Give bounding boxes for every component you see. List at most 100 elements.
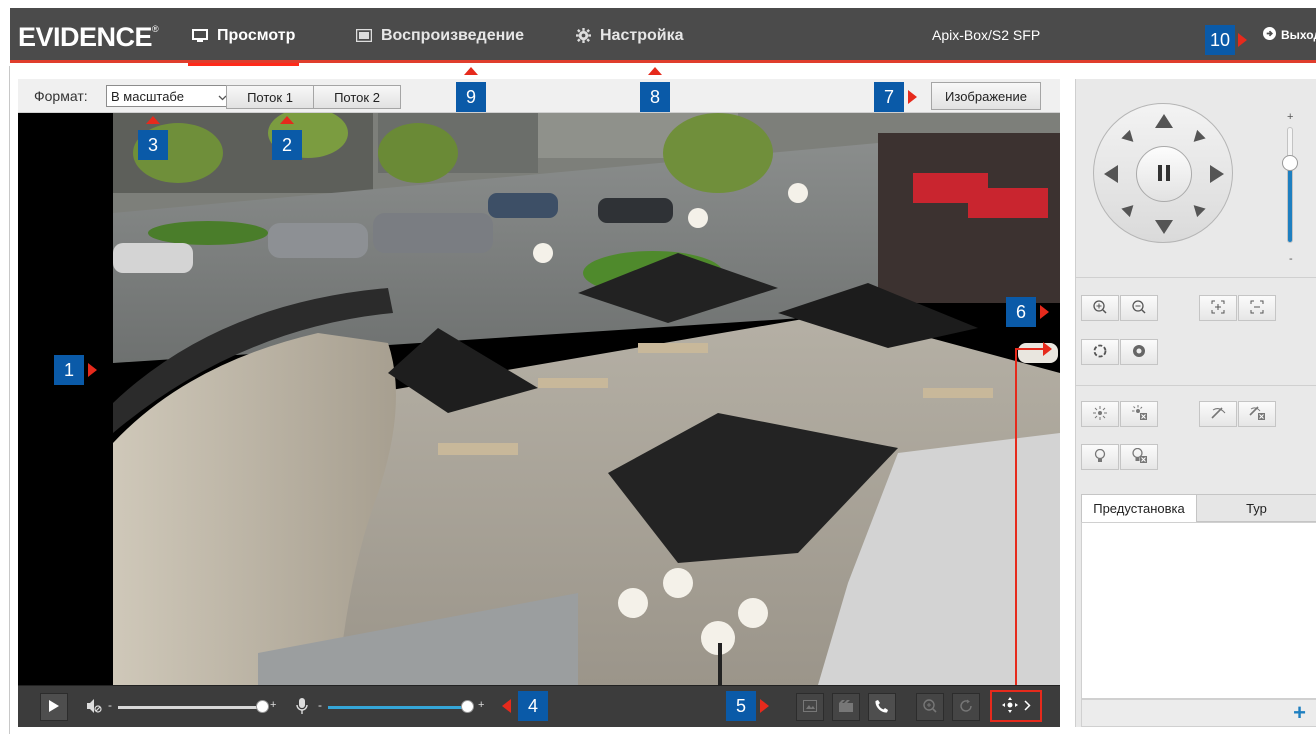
light-on-button[interactable] [1081, 401, 1119, 427]
ptz-speed-plus: + [1287, 111, 1294, 123]
image-settings-button[interactable]: Изображение [931, 82, 1041, 110]
callout-9: 9 [456, 82, 486, 112]
volume-slider-track[interactable] [118, 706, 263, 709]
focus-far-icon [1250, 300, 1264, 317]
callout-1: 1 [54, 355, 84, 385]
mic-slider-knob[interactable] [461, 700, 474, 713]
callout-6-arrow [1040, 305, 1049, 319]
heater-on-button[interactable] [1081, 444, 1119, 470]
callout-1-arrow [88, 363, 97, 377]
tab-settings[interactable]: Настройка [576, 8, 683, 63]
volume-plus-icon: + [270, 699, 277, 711]
zoom-out-button[interactable] [1120, 295, 1158, 321]
tab-preset-label: Предустановка [1093, 501, 1185, 516]
callout-4: 4 [518, 691, 548, 721]
device-name: Apix-Box/S2 SFP [932, 27, 1041, 43]
callout-3-arrow [146, 116, 160, 124]
panel-divider [1076, 277, 1316, 278]
preset-list[interactable] [1081, 522, 1316, 699]
logout-icon [1263, 27, 1276, 43]
heater-off-icon [1131, 447, 1147, 466]
ptz-down-left-arrow-icon[interactable] [1121, 200, 1138, 218]
format-select-value: В масштабе [111, 88, 184, 104]
record-button[interactable] [832, 693, 860, 721]
pause-icon [1157, 164, 1171, 185]
ptz-up-left-arrow-icon[interactable] [1121, 129, 1138, 147]
iris-close-icon [1132, 344, 1146, 361]
ptz-stop-button[interactable] [1136, 146, 1192, 202]
callout-5-arrow [760, 699, 769, 713]
logout-label: Выход [1281, 28, 1316, 42]
logout-button[interactable]: Выход [1263, 27, 1316, 43]
tab-tour-label: Тур [1246, 500, 1267, 516]
3d-positioning-button[interactable] [952, 693, 980, 721]
ptz-left-arrow-icon[interactable] [1104, 165, 1118, 183]
image-settings-label: Изображение [945, 88, 1027, 104]
live-video-area[interactable] [18, 113, 1060, 685]
gear-icon [576, 28, 591, 43]
light-off-button[interactable] [1120, 401, 1158, 427]
iris-open-button[interactable] [1081, 339, 1119, 365]
wiper-on-icon [1210, 406, 1226, 423]
heater-on-icon [1094, 448, 1106, 466]
focus-far-button[interactable] [1238, 295, 1276, 321]
focus-near-button[interactable] [1199, 295, 1237, 321]
callout-8-arrow [648, 67, 662, 75]
talk-button[interactable] [868, 693, 896, 721]
stream-1-button[interactable]: Поток 1 [226, 85, 314, 109]
snapshot-button[interactable] [796, 693, 824, 721]
format-select[interactable]: В масштабе [106, 85, 232, 107]
callout-4-arrow [502, 699, 511, 713]
ptz-speed-knob[interactable] [1282, 154, 1298, 171]
format-label: Формат: [34, 88, 88, 104]
ptz-right-arrow-icon[interactable] [1210, 165, 1224, 183]
wiper-on-button[interactable] [1199, 401, 1237, 427]
callout-7-arrow [908, 90, 917, 104]
tab-playback[interactable]: Воспроизведение [356, 8, 524, 63]
wiper-off-button[interactable] [1238, 401, 1276, 427]
focus-near-icon [1211, 300, 1225, 317]
callout-2: 2 [272, 130, 302, 160]
volume-slider-knob[interactable] [256, 700, 269, 713]
stream-2-button[interactable]: Поток 2 [313, 85, 401, 109]
iris-close-button[interactable] [1120, 339, 1158, 365]
add-preset-button[interactable]: + [1293, 701, 1306, 725]
brand-logo-text: EVIDENCE [18, 22, 153, 52]
wiper-off-icon [1249, 405, 1265, 423]
3d-positioning-icon [959, 699, 973, 716]
zoom-in-button[interactable] [1081, 295, 1119, 321]
light-off-icon [1131, 405, 1147, 423]
mic-plus-icon: + [478, 699, 485, 711]
tab-live-view-label: Просмотр [217, 26, 296, 44]
tab-preset[interactable]: Предустановка [1081, 494, 1197, 522]
brand-logo-mark: ® [152, 24, 159, 34]
speaker-muted-icon[interactable] [86, 698, 102, 717]
mic-slider-track[interactable] [328, 706, 468, 709]
callout-6-connector-top [1015, 348, 1045, 350]
stream-1-label: Поток 1 [247, 89, 293, 105]
top-navigation-bar: EVIDENCE® Просмотр Воспроизведение Настр… [10, 8, 1316, 66]
film-icon [356, 29, 372, 42]
iris-open-icon [1093, 344, 1107, 361]
ptz-up-arrow-icon[interactable] [1155, 114, 1173, 128]
tab-tour[interactable]: Тур [1196, 494, 1316, 522]
ptz-panel-toggle[interactable] [990, 690, 1042, 722]
stream-2-label: Поток 2 [334, 89, 380, 105]
play-button[interactable] [40, 693, 68, 721]
ptz-down-right-arrow-icon[interactable] [1189, 200, 1206, 218]
zoom-out-icon [1132, 299, 1146, 317]
volume-minus-icon: - [108, 698, 112, 712]
ptz-down-arrow-icon[interactable] [1155, 220, 1173, 234]
ptz-speed-slider[interactable] [1282, 127, 1298, 243]
preset-tour-tabs: Предустановка Тур [1081, 494, 1316, 522]
microphone-icon[interactable] [295, 697, 309, 718]
tab-live-view[interactable]: Просмотр [187, 8, 300, 66]
record-icon [839, 699, 853, 715]
digital-zoom-button[interactable] [916, 693, 944, 721]
ptz-direction-pad[interactable] [1093, 103, 1233, 243]
heater-off-button[interactable] [1120, 444, 1158, 470]
light-on-icon [1093, 405, 1107, 423]
zoom-in-icon [1093, 299, 1107, 317]
callout-8: 8 [640, 82, 670, 112]
ptz-up-right-arrow-icon[interactable] [1189, 129, 1206, 147]
